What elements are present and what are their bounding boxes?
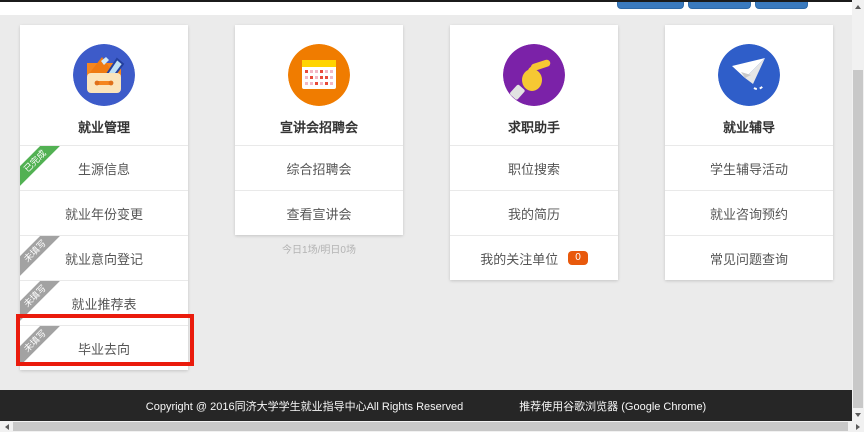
vertical-scrollbar[interactable] <box>852 0 864 421</box>
menu-item-label: 查看宣讲会 <box>286 204 351 223</box>
menu-item-label: 职位搜索 <box>508 159 560 178</box>
footer: Copyright @ 2016同济大学学生就业指导中心All Rights R… <box>0 390 852 421</box>
top-button-3[interactable] <box>755 1 808 9</box>
card-title: 就业辅导 <box>723 117 775 136</box>
ribbon-not-filled: 未填写 <box>20 235 65 280</box>
card-job-fairs: 宣讲会招聘会 综合招聘会 查看宣讲会 <box>235 25 403 235</box>
menu-item-employment-intention[interactable]: 未填写 就业意向登记 <box>20 235 188 280</box>
menu-item-employment-year-change[interactable]: 就业年份变更 <box>20 190 188 235</box>
menu-item-graduation-destination[interactable]: 未填写 毕业去向 <box>20 325 188 370</box>
menu-item-label: 就业咨询预约 <box>710 204 788 223</box>
ribbon-completed: 已完成 <box>20 145 65 190</box>
menu-item-label: 就业推荐表 <box>71 294 136 313</box>
card-header-employment-coaching[interactable]: 就业辅导 <box>665 25 833 145</box>
ribbon-not-filled: 未填写 <box>20 280 65 325</box>
menu-item-followed-employers[interactable]: 我的关注单位 0 <box>450 235 618 280</box>
card-employment-management: 就业管理 已完成 生源信息 就业年份变更 未填写 就业意向登记 未填写 就业推荐… <box>20 25 188 370</box>
top-edge-line <box>0 0 864 2</box>
scroll-left-button[interactable] <box>0 421 13 432</box>
menu-item-label: 生源信息 <box>78 159 130 178</box>
scroll-right-button[interactable] <box>851 421 864 432</box>
page: 就业管理 已完成 生源信息 就业年份变更 未填写 就业意向登记 未填写 就业推荐… <box>0 0 864 432</box>
menu-item-label: 毕业去向 <box>78 339 130 358</box>
menu-item-my-resume[interactable]: 我的简历 <box>450 190 618 235</box>
menu-item-counseling-appointment[interactable]: 就业咨询预约 <box>665 190 833 235</box>
menu-item-label: 学生辅导活动 <box>710 159 788 178</box>
triangle-up-icon <box>855 5 861 9</box>
scroll-up-button[interactable] <box>852 0 864 13</box>
sessions-count-note: 今日1场/明日0场 <box>235 241 403 256</box>
vertical-scrollbar-thumb[interactable] <box>853 70 863 408</box>
calendar-icon <box>288 44 350 106</box>
top-button-2[interactable] <box>688 1 751 9</box>
card-title: 宣讲会招聘会 <box>280 117 358 136</box>
copyright-text: Copyright @ 2016同济大学学生就业指导中心All Rights R… <box>146 398 463 414</box>
menu-item-comprehensive-job-fair[interactable]: 综合招聘会 <box>235 145 403 190</box>
menu-item-student-source-info[interactable]: 已完成 生源信息 <box>20 145 188 190</box>
menu-item-faq[interactable]: 常见问题查询 <box>665 235 833 280</box>
menu-item-label: 我的简历 <box>508 204 560 223</box>
menu-item-label: 常见问题查询 <box>710 249 788 268</box>
menu-item-label: 我的关注单位 <box>480 249 558 268</box>
horizontal-scrollbar[interactable] <box>0 421 864 432</box>
top-button-1[interactable] <box>617 1 684 9</box>
scroll-down-button[interactable] <box>852 408 864 421</box>
card-title: 就业管理 <box>78 117 130 136</box>
toolbox-icon <box>73 44 135 106</box>
card-job-search-assistant: 求职助手 职位搜索 我的简历 我的关注单位 0 <box>450 25 618 280</box>
horizontal-scrollbar-thumb[interactable] <box>13 422 848 431</box>
menu-item-view-info-sessions[interactable]: 查看宣讲会 <box>235 190 403 235</box>
menu-item-student-coaching-activities[interactable]: 学生辅导活动 <box>665 145 833 190</box>
triangle-right-icon <box>856 424 860 430</box>
card-header-job-search-assistant[interactable]: 求职助手 <box>450 25 618 145</box>
card-header-employment-management[interactable]: 就业管理 <box>20 25 188 145</box>
menu-item-label: 就业年份变更 <box>65 204 143 223</box>
card-employment-coaching: 就业辅导 学生辅导活动 就业咨询预约 常见问题查询 <box>665 25 833 280</box>
triangle-left-icon <box>5 424 9 430</box>
followed-count-badge: 0 <box>568 251 588 265</box>
browser-tip-text: 推荐使用谷歌浏览器 (Google Chrome) <box>519 398 706 414</box>
menu-item-label: 综合招聘会 <box>286 159 351 178</box>
ribbon-not-filled: 未填写 <box>20 325 65 370</box>
triangle-down-icon <box>855 413 861 417</box>
pointing-hand-icon <box>503 44 565 106</box>
paper-plane-icon <box>718 44 780 106</box>
menu-item-label: 就业意向登记 <box>65 249 143 268</box>
card-title: 求职助手 <box>508 117 560 136</box>
menu-item-job-search[interactable]: 职位搜索 <box>450 145 618 190</box>
menu-item-recommendation-form[interactable]: 未填写 就业推荐表 <box>20 280 188 325</box>
card-header-job-fairs[interactable]: 宣讲会招聘会 <box>235 25 403 145</box>
